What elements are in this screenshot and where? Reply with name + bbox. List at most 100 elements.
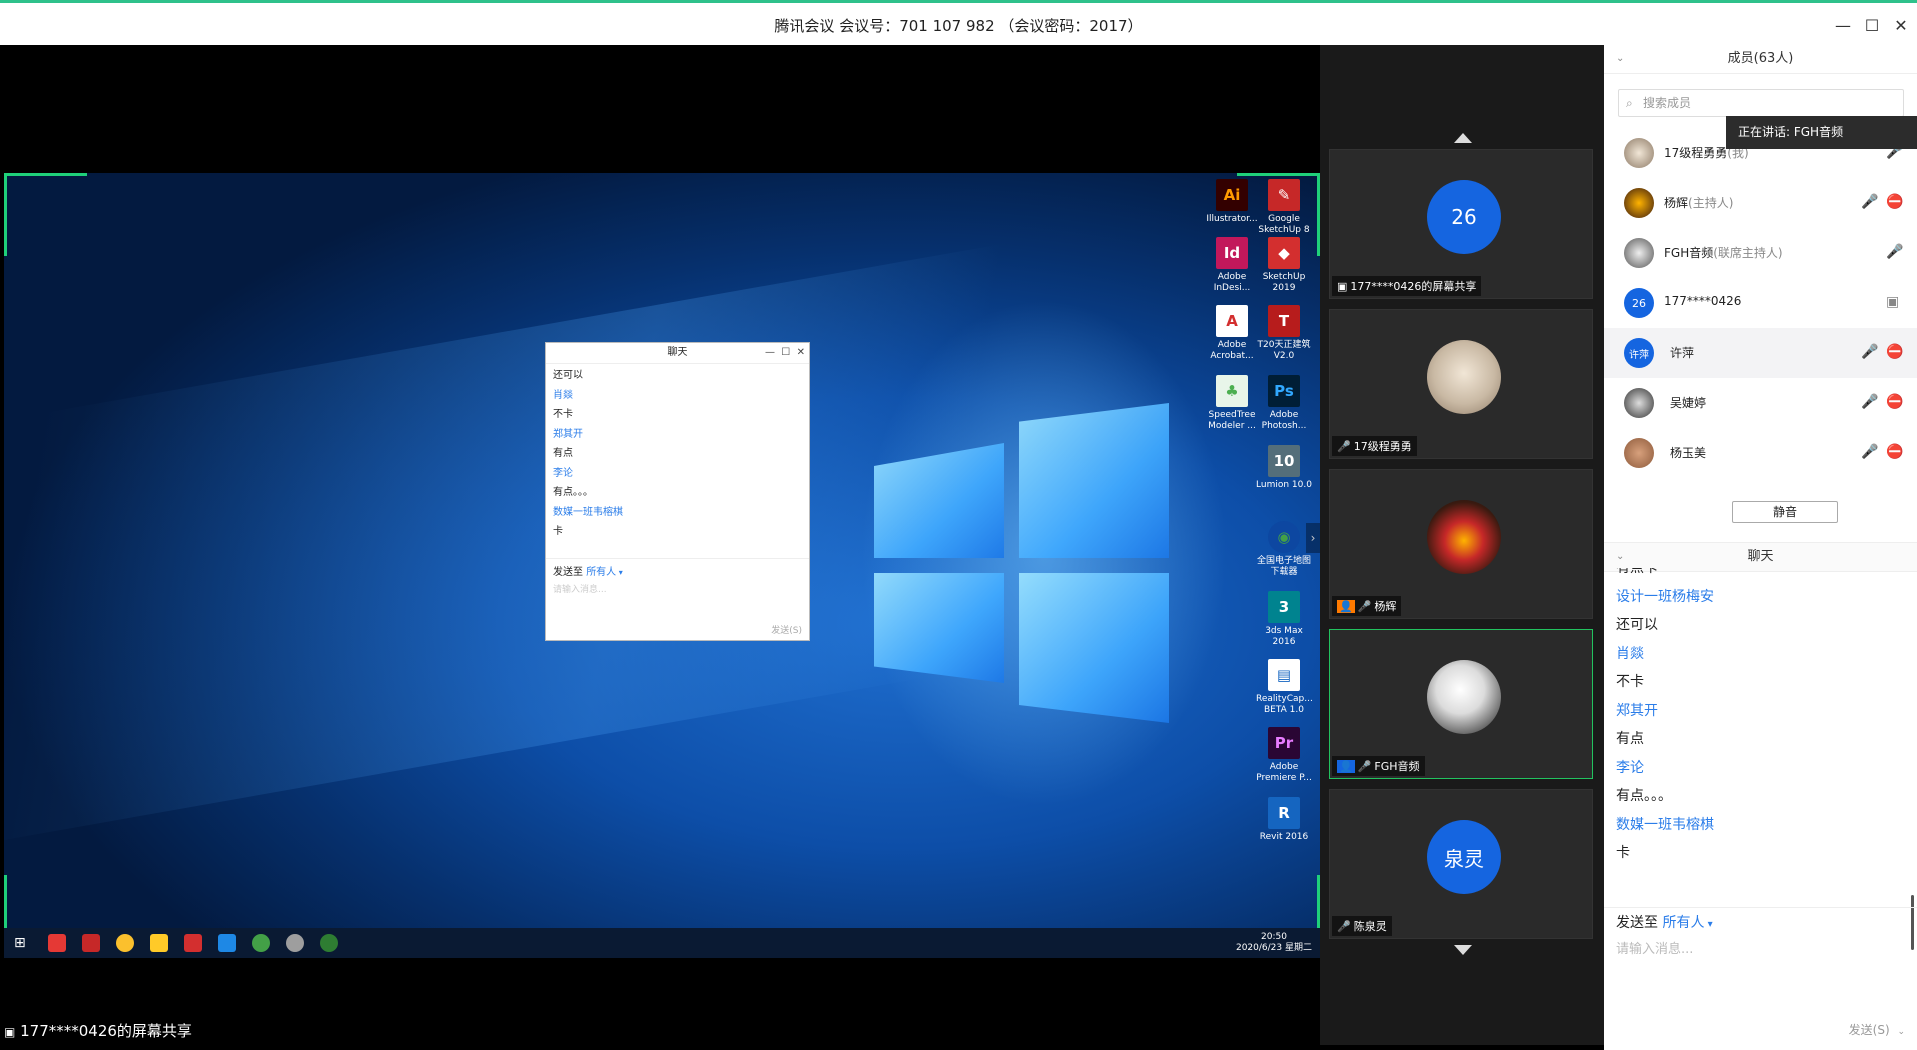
chat-input[interactable]: 请输入消息...: [1616, 938, 1693, 957]
minimize-button[interactable]: —: [1829, 11, 1857, 39]
close-button[interactable]: ✕: [1887, 11, 1915, 39]
speaking-tooltip-text: 正在讲话: FGH音频: [1738, 125, 1844, 139]
desktop-icon-label: Lumion 10.0: [1256, 480, 1312, 490]
speedtree-icon: ♣: [1216, 375, 1248, 407]
chat-scrollbar[interactable]: [1911, 895, 1914, 950]
desktop-icon[interactable]: ♣ SpeedTree Modeler ...: [1204, 369, 1260, 432]
send-to-target[interactable]: 所有人: [1662, 915, 1704, 931]
desktop-icon[interactable]: Ps Adobe Photosh...: [1256, 369, 1312, 432]
video-tile[interactable]: 26 ▣ 177****0426的屏幕共享: [1329, 149, 1593, 299]
desktop-icon[interactable]: Pr Adobe Premiere P...: [1256, 721, 1312, 784]
autocad-icon[interactable]: [184, 934, 202, 952]
chrome-icon[interactable]: [116, 934, 134, 952]
sketchup-2019-icon: ◆: [1268, 237, 1300, 269]
maximize-button[interactable]: ☐: [1858, 11, 1886, 39]
send-to-selector[interactable]: 发送至 所有人 ▾: [1616, 912, 1713, 932]
video-tile[interactable]: 👤 🎤 杨辉: [1329, 469, 1593, 619]
mute-all-button[interactable]: 静音: [1732, 501, 1838, 523]
tangent-icon: T: [1268, 305, 1300, 337]
desktop-icon[interactable]: 3 3ds Max 2016: [1256, 585, 1312, 648]
camera-off-icon[interactable]: ⛔: [1886, 394, 1903, 410]
avatar: [1624, 188, 1654, 218]
avatar: [1427, 340, 1501, 414]
chat-sender: 郑其开: [1616, 702, 1658, 719]
mic-on-icon: 🎤: [1337, 439, 1351, 453]
shared-chat-title: 聊天 — ☐ ✕: [546, 343, 809, 364]
mic-off-icon: 🎤: [1337, 919, 1351, 933]
desktop-icon[interactable]: ◆ SketchUp 2019: [1256, 231, 1312, 294]
map-icon[interactable]: [252, 934, 270, 952]
members-header[interactable]: ⌄ 成员(63人): [1604, 45, 1917, 74]
mic-off-icon[interactable]: 🎤: [1861, 344, 1878, 360]
camera-off-icon[interactable]: ⛔: [1886, 344, 1903, 360]
shared-chat-title-text: 聊天: [667, 347, 688, 358]
scroll-up-arrow[interactable]: [1454, 133, 1472, 143]
shared-desktop: Ai Illustrator... ✎ Google SketchUp 8 Id…: [4, 173, 1320, 958]
expand-side-arrow[interactable]: ›: [1306, 523, 1320, 553]
member-row[interactable]: 杨辉(主持人) 🎤 ⛔: [1604, 178, 1917, 228]
tile-label: 🎤 17级程勇勇: [1332, 436, 1417, 456]
desktop-icon[interactable]: ◉ 全国电子地图下载器: [1256, 515, 1312, 578]
mic-on-icon[interactable]: 🎤: [1886, 244, 1903, 260]
screen-share-icon[interactable]: ▣: [1886, 294, 1899, 310]
desktop-icon[interactable]: R Revit 2016: [1256, 791, 1312, 843]
avatar: [1427, 500, 1501, 574]
tile-label: 🎤 陈泉灵: [1332, 916, 1392, 936]
chevron-down-icon[interactable]: ⌄: [1616, 543, 1624, 571]
camera-off-icon[interactable]: ⛔: [1886, 194, 1903, 210]
camera-off-icon[interactable]: ⛔: [1886, 444, 1903, 460]
tile-name: 17级程勇勇: [1353, 440, 1412, 453]
send-to-target[interactable]: 所有人: [586, 567, 616, 578]
shared-screen-stage[interactable]: Ai Illustrator... ✎ Google SketchUp 8 Id…: [4, 45, 1320, 1045]
member-row[interactable]: 吴婕婷 🎤 ⛔: [1604, 378, 1917, 428]
chevron-down-icon[interactable]: ⌄: [1616, 45, 1624, 73]
desktop-icon-label: Adobe Photosh...: [1261, 410, 1307, 431]
video-tile[interactable]: 🎤 17级程勇勇: [1329, 309, 1593, 459]
chevron-down-icon[interactable]: ⌄: [1897, 1027, 1905, 1037]
tencent-meeting-icon[interactable]: [218, 934, 236, 952]
send-button[interactable]: 发送(S) ⌄: [1849, 1021, 1905, 1038]
mic-off-icon[interactable]: 🎤: [1861, 394, 1878, 410]
file-explorer-icon[interactable]: [150, 934, 168, 952]
mic-off-icon[interactable]: 🎤: [1861, 194, 1878, 210]
avatar: [1624, 238, 1654, 268]
scroll-down-arrow[interactable]: [1454, 945, 1472, 955]
desktop-icon[interactable]: Id Adobe InDesi...: [1204, 231, 1260, 294]
member-search-input[interactable]: ⌕ 搜索成员: [1618, 89, 1904, 117]
avatar: [1427, 660, 1501, 734]
member-row[interactable]: 26 177****0426 ▣: [1604, 278, 1917, 328]
member-row[interactable]: 杨玉美 🎤 ⛔: [1604, 428, 1917, 478]
shared-chat-input[interactable]: 请输入消息...: [553, 582, 802, 595]
desktop-icon[interactable]: ✎ Google SketchUp 8: [1256, 173, 1312, 236]
chat-title: 聊天: [1747, 549, 1774, 564]
shared-chat-send-button[interactable]: 发送(S): [771, 623, 802, 636]
shared-chat-window-controls[interactable]: — ☐ ✕: [765, 343, 805, 363]
desktop-icon[interactable]: T T20天正建筑 V2.0: [1256, 299, 1312, 362]
video-tile[interactable]: 泉灵 🎤 陈泉灵: [1329, 789, 1593, 939]
qq-icon[interactable]: [48, 934, 66, 952]
windows-logo: [874, 403, 1174, 723]
member-row[interactable]: 许萍 许萍 🎤 ⛔: [1604, 328, 1917, 378]
send-button-label: 发送(S): [1848, 1023, 1890, 1037]
member-name: 177****0426: [1664, 294, 1741, 308]
windows-start-icon[interactable]: ⊞: [14, 934, 32, 952]
search-icon: ⌕: [1626, 96, 1633, 110]
shared-chat-window[interactable]: 聊天 — ☐ ✕ 还可以 肖燚 不卡 郑其开 有点 李论 有点。。。 数媒一班韦…: [545, 342, 810, 641]
mic-off-icon: 🎤: [1357, 599, 1372, 613]
desktop-icon[interactable]: 10 Lumion 10.0: [1256, 439, 1312, 491]
member-row[interactable]: FGH音频(联席主持人) 🎤: [1604, 228, 1917, 278]
desktop-icon[interactable]: A Adobe Acrobat...: [1204, 299, 1260, 362]
compose-divider: [1604, 907, 1917, 908]
wps-icon[interactable]: [82, 934, 100, 952]
tile-label: 👤 🎤 杨辉: [1332, 596, 1402, 616]
avatar: [1624, 388, 1654, 418]
app-icon[interactable]: [286, 934, 304, 952]
wechat-icon[interactable]: [320, 934, 338, 952]
member-role: (联席主持人): [1713, 246, 1783, 260]
desktop-icon[interactable]: ▤ RealityCap... BETA 1.0: [1256, 653, 1313, 716]
desktop-icon[interactable]: Ai Illustrator...: [1204, 173, 1260, 225]
avatar: 泉灵: [1427, 820, 1501, 894]
mic-off-icon[interactable]: 🎤: [1861, 444, 1878, 460]
video-tile-active[interactable]: 👤 🎤 FGH音频: [1329, 629, 1593, 779]
chat-sender: 数媒一班韦榕棋: [1616, 816, 1714, 833]
